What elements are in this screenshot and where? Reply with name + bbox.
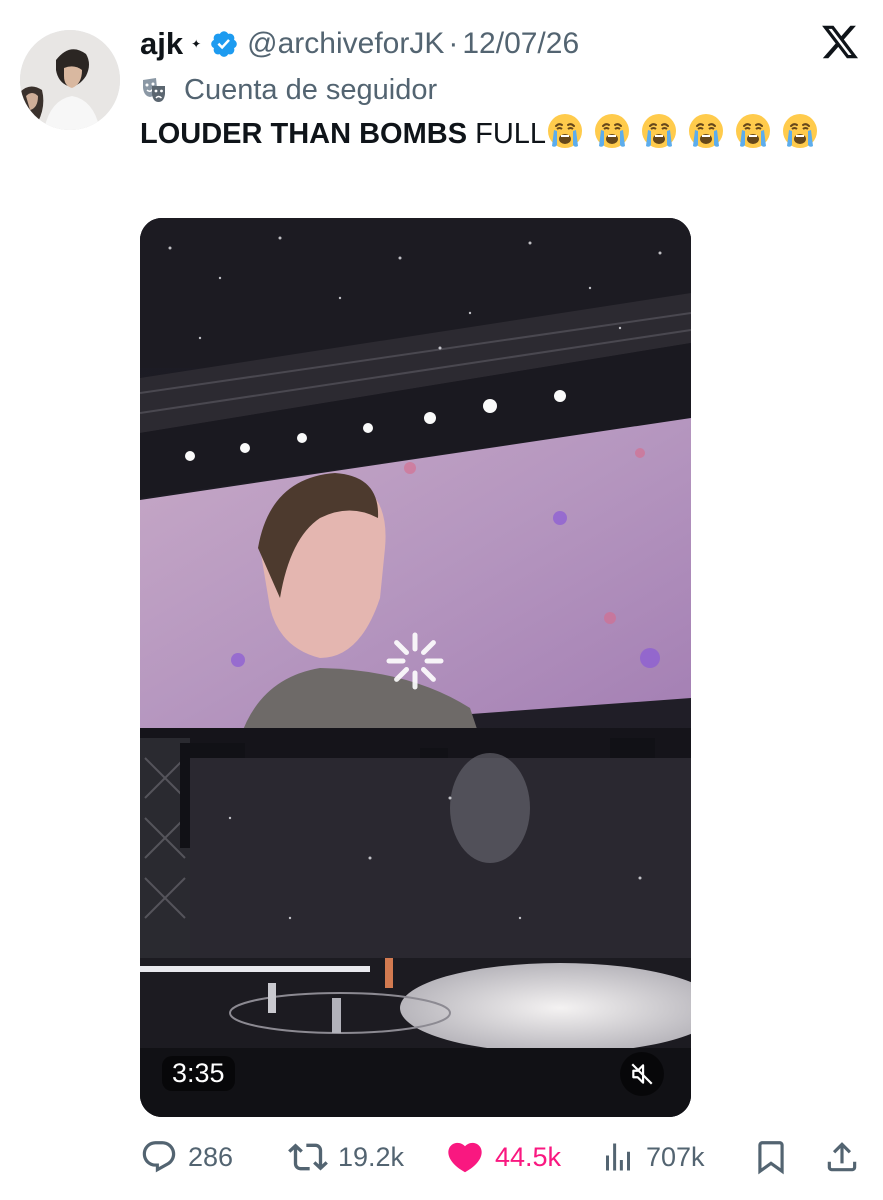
video-player[interactable]: 3:35 [140, 218, 691, 1117]
avatar-image [20, 30, 120, 130]
heart-icon [448, 1142, 482, 1173]
tweet-text-rest: FULL [475, 118, 547, 150]
bookmark-button[interactable] [752, 1135, 790, 1179]
reply-icon [142, 1141, 176, 1173]
loudly-crying-face-emoji-icon [642, 114, 677, 148]
views-button[interactable]: 707k [600, 1135, 705, 1179]
mute-icon [631, 1063, 653, 1085]
author-handle[interactable]: @archiveforJK [247, 27, 444, 61]
mute-button[interactable] [620, 1052, 664, 1096]
star-icon: ✦ [191, 37, 202, 51]
account-label-text: Cuenta de seguidor [184, 73, 438, 106]
avatar[interactable] [20, 30, 120, 130]
repost-icon [288, 1143, 328, 1171]
view-count: 707k [646, 1141, 705, 1172]
like-count: 44.5k [495, 1141, 562, 1172]
reply-button[interactable]: 286 [140, 1135, 233, 1179]
bookmark-icon [758, 1141, 784, 1175]
repost-button[interactable]: 19.2k [288, 1135, 404, 1179]
share-icon [827, 1142, 857, 1172]
share-button[interactable] [823, 1135, 861, 1179]
loudly-crying-face-emoji-icon [783, 114, 818, 148]
separator-dot: · [448, 27, 459, 60]
like-button[interactable]: 44.5k [445, 1135, 561, 1179]
video-duration: 3:35 [162, 1056, 235, 1091]
x-logo-icon[interactable] [820, 22, 860, 62]
video-thumbnail [140, 218, 691, 1117]
tweet-emojis [546, 114, 828, 150]
author-display-name[interactable]: ajk [140, 26, 183, 62]
theater-masks-icon [143, 78, 165, 102]
loudly-crying-face-emoji-icon [689, 114, 724, 148]
author-row: ajk ✦ @archiveforJK · 12/07/26 [140, 24, 579, 64]
tweet-text: LOUDER THAN BOMBS FULL [140, 112, 860, 156]
loudly-crying-face-emoji-icon [736, 114, 771, 148]
action-bar: 286 19.2k 44.5k 707k [140, 1135, 865, 1179]
verified-badge-icon [211, 31, 237, 57]
loudly-crying-face-emoji-icon [548, 114, 583, 148]
account-label: Cuenta de seguidor [140, 70, 437, 110]
repost-count: 19.2k [338, 1141, 405, 1172]
tweet-date[interactable]: 12/07/26 [462, 27, 579, 61]
reply-count: 286 [188, 1141, 234, 1172]
tweet-text-bold: LOUDER THAN BOMBS [140, 118, 468, 150]
views-icon [606, 1143, 630, 1171]
loudly-crying-face-emoji-icon [595, 114, 630, 148]
